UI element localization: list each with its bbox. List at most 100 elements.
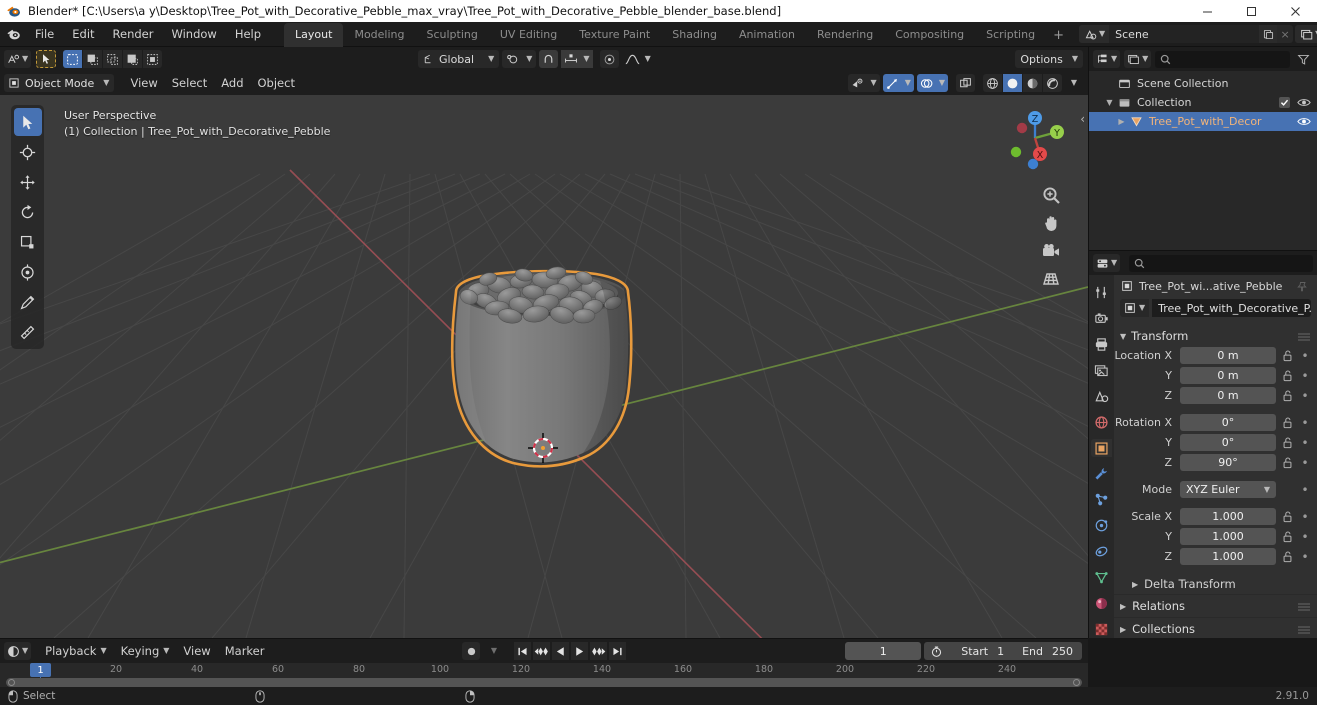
select-subtract-icon[interactable] [103,50,123,68]
viewport-menu-object[interactable]: Object [251,74,302,92]
snap-magnet-icon[interactable] [539,50,559,68]
physics-tab[interactable] [1091,517,1112,535]
viewport-menu-view[interactable]: View [123,74,164,92]
lock-rotation-x-icon[interactable] [1280,417,1295,429]
properties-editor[interactable]: ▼ Tree_Pot_wi...ative_Pebble ▼ Tree_Pot_… [1088,250,1317,638]
prop-row-rotation-mode[interactable]: Mode XYZ Euler ▼ • [1114,480,1317,499]
end-frame-field[interactable]: End 250 [1013,642,1082,660]
cursor-tool[interactable] [14,138,42,166]
object-visibility-eye-icon[interactable] [1297,116,1311,127]
select-extend-icon[interactable] [83,50,103,68]
scale-tool[interactable] [14,228,42,256]
add-workspace-button[interactable]: + [1046,24,1071,47]
scene-name[interactable]: Scene [1109,25,1260,43]
particles-tab[interactable] [1091,491,1112,509]
timeline-menu-view[interactable]: View [177,642,216,660]
new-scene-button[interactable] [1259,25,1278,43]
toggle-perspective-icon[interactable] [1040,268,1061,289]
animate-scale-y-dot[interactable]: • [1299,530,1311,544]
properties-search-input[interactable] [1129,254,1313,272]
viewport-canvas[interactable] [0,95,1088,638]
outliner-row-scene-collection[interactable]: Scene Collection [1089,74,1317,93]
field-scale-z[interactable]: 1.000 [1180,548,1276,565]
collections-grip-icon[interactable] [1297,624,1311,634]
workspace-tab-layout[interactable]: Layout [284,22,344,47]
scene-tab[interactable] [1091,387,1112,405]
workspace-tab-shading[interactable]: Shading [661,23,728,47]
window-minimize-button[interactable] [1185,0,1229,22]
prop-row-rotation-y[interactable]: Y 0° • [1114,433,1317,452]
outliner-search-input[interactable] [1155,50,1290,68]
auto-keying-record-icon[interactable] [462,642,480,660]
field-rotation-z[interactable]: 90° [1180,454,1276,471]
panel-drag-grip-icon[interactable] [1297,331,1311,341]
animate-rotation-x-dot[interactable]: • [1299,416,1311,430]
relations-expander-icon[interactable]: ▶ [1120,602,1126,611]
blender-menu-logo-icon[interactable] [6,25,22,43]
lock-rotation-y-icon[interactable] [1280,437,1295,449]
start-frame-field[interactable]: Start 1 [952,642,1014,660]
select-new-icon[interactable] [63,50,83,68]
menu-help[interactable]: Help [226,24,270,44]
jump-to-end-icon[interactable] [609,642,626,660]
render-camera-tab[interactable] [1091,310,1112,328]
transform-panel-expander-icon[interactable]: ▼ [1120,332,1126,341]
timeline-horizontal-scrollbar[interactable] [6,678,1082,687]
collections-expander-icon[interactable]: ▶ [1120,625,1126,634]
constraints-tab[interactable] [1091,543,1112,561]
workspace-tab-animation[interactable]: Animation [728,23,806,47]
pan-hand-icon[interactable] [1040,212,1061,233]
play-icon[interactable] [571,642,588,660]
select-intersect-icon[interactable] [143,50,163,68]
collection-visibility-eye-icon[interactable] [1297,97,1311,108]
transform-panel-header[interactable]: ▼ Transform [1114,326,1317,346]
delta-transform-subpanel[interactable]: ▶ Delta Transform [1114,574,1317,594]
viewport-navigation-gizmo[interactable]: Z Y X [999,102,1071,174]
camera-view-icon[interactable] [1040,240,1061,261]
outliner-display-mode-icon[interactable]: ▼ [1093,50,1121,68]
show-hide-icon[interactable]: ▼ [847,74,880,92]
prop-row-rotation-z[interactable]: Z 90° • [1114,453,1317,472]
animate-rotation-y-dot[interactable]: • [1299,436,1311,450]
output-printer-tab[interactable] [1091,336,1112,354]
animate-scale-x-dot[interactable]: • [1299,510,1311,524]
timeline-ruler[interactable]: 1 20 40 60 80 100 120 140 160 180 200 22… [0,663,1088,688]
lock-scale-x-icon[interactable] [1280,511,1295,523]
outliner-editor[interactable]: ▼ ▼ Scene Collection ▼ Collection ▶ Tree… [1088,47,1317,250]
timeline-menu-playback[interactable]: Playback ▼ [39,642,112,660]
field-rotation-mode[interactable]: XYZ Euler ▼ [1180,481,1276,498]
field-location-z[interactable]: 0 m [1180,387,1276,404]
field-rotation-y[interactable]: 0° [1180,434,1276,451]
zoom-icon[interactable] [1040,184,1061,205]
window-close-button[interactable] [1273,0,1317,22]
object-id-row[interactable]: ▼ Tree_Pot_with_Decorative_P... [1114,297,1317,319]
workspace-tab-compositing[interactable]: Compositing [884,23,975,47]
menu-render[interactable]: Render [104,24,163,44]
id-type-filter-icon[interactable]: ▼ [1124,50,1152,68]
move-tool[interactable] [14,168,42,196]
animate-scale-z-dot[interactable]: • [1299,550,1311,564]
pivot-point-dropdown[interactable]: ▼ [502,50,537,68]
workspace-tab-rendering[interactable]: Rendering [806,23,884,47]
delta-transform-expander-icon[interactable]: ▶ [1132,580,1138,589]
remove-scene-button[interactable]: × [1277,25,1293,43]
field-location-x[interactable]: 0 m [1180,347,1276,364]
rotate-tool[interactable] [14,198,42,226]
viewport-menu-select[interactable]: Select [165,74,214,92]
jump-to-start-icon[interactable] [514,642,531,660]
play-reverse-icon[interactable] [552,642,569,660]
field-location-y[interactable]: 0 m [1180,367,1276,384]
workspace-tab-sculpting[interactable]: Sculpting [416,23,489,47]
view-layer-id-block[interactable]: ▼ View Layer × [1295,25,1317,43]
transform-tool[interactable] [14,258,42,286]
window-maximize-button[interactable] [1229,0,1273,22]
filter-funnel-icon[interactable] [1294,50,1313,68]
field-scale-y[interactable]: 1.000 [1180,528,1276,545]
wireframe-shading-icon[interactable] [983,74,1002,92]
scene-id-block[interactable]: ▼ Scene × [1078,25,1294,43]
timeline-editor[interactable]: ▼ Playback ▼ Keying ▼ View Marker ▼ 1 St… [0,638,1088,688]
snap-increment-icon[interactable]: ▼ [561,50,593,68]
select-invert-icon[interactable] [123,50,143,68]
rendered-shading-icon[interactable] [1043,74,1062,92]
prop-row-scale-z[interactable]: Z 1.000 • [1114,547,1317,566]
